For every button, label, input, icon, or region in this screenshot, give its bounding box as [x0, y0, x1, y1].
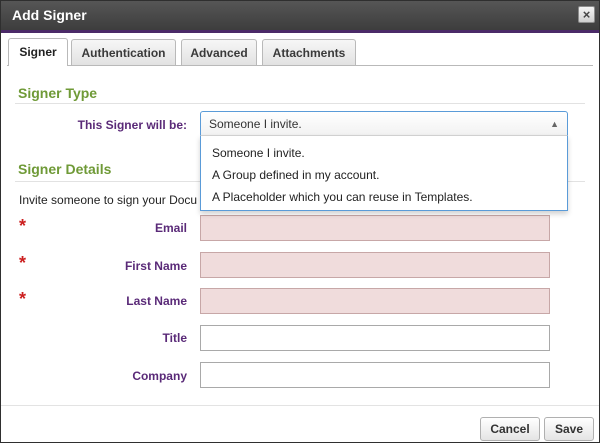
- signer-type-label: This Signer will be:: [77, 118, 187, 132]
- title-label: Title: [162, 331, 187, 345]
- dialog-titlebar[interactable]: Add Signer ×: [1, 1, 599, 33]
- required-asterisk: *: [19, 253, 27, 273]
- signer-type-divider: [15, 103, 585, 104]
- tab-attachments[interactable]: Attachments: [262, 39, 356, 65]
- title-field[interactable]: [200, 325, 550, 351]
- first-name-label: First Name: [124, 259, 187, 273]
- email-field[interactable]: [200, 215, 550, 241]
- cancel-button[interactable]: Cancel: [480, 417, 540, 441]
- company-label: Company: [132, 369, 187, 383]
- save-button[interactable]: Save: [544, 417, 594, 441]
- email-label: Email: [154, 221, 187, 235]
- first-name-field[interactable]: [200, 252, 550, 278]
- add-signer-dialog: Add Signer × Signer Authentication Advan…: [0, 0, 600, 443]
- tab-authentication[interactable]: Authentication: [71, 39, 176, 65]
- company-field[interactable]: [200, 362, 550, 388]
- required-asterisk: *: [19, 216, 27, 236]
- signer-type-selected-value: Someone I invite.: [209, 117, 302, 131]
- signer-type-dropdown: Someone I invite. A Group defined in my …: [200, 135, 568, 211]
- dropdown-option-someone[interactable]: Someone I invite.: [212, 146, 305, 160]
- tab-signer[interactable]: Signer: [8, 38, 68, 66]
- last-name-field[interactable]: [200, 288, 550, 314]
- signer-details-intro: Invite someone to sign your Docu: [19, 193, 198, 207]
- last-name-label: Last Name: [126, 294, 187, 308]
- signer-type-heading: Signer Type: [18, 85, 98, 101]
- triangle-up-icon: ▲: [550, 119, 559, 129]
- signer-type-select[interactable]: Someone I invite. ▲: [200, 111, 568, 136]
- dropdown-option-group[interactable]: A Group defined in my account.: [212, 168, 379, 182]
- footer-divider: [1, 405, 599, 406]
- dropdown-option-placeholder[interactable]: A Placeholder which you can reuse in Tem…: [212, 190, 473, 204]
- signer-details-heading: Signer Details: [18, 161, 112, 177]
- dialog-title: Add Signer: [12, 7, 87, 23]
- required-asterisk: *: [19, 289, 27, 309]
- tab-advanced[interactable]: Advanced: [181, 39, 257, 65]
- close-icon[interactable]: ×: [578, 6, 595, 23]
